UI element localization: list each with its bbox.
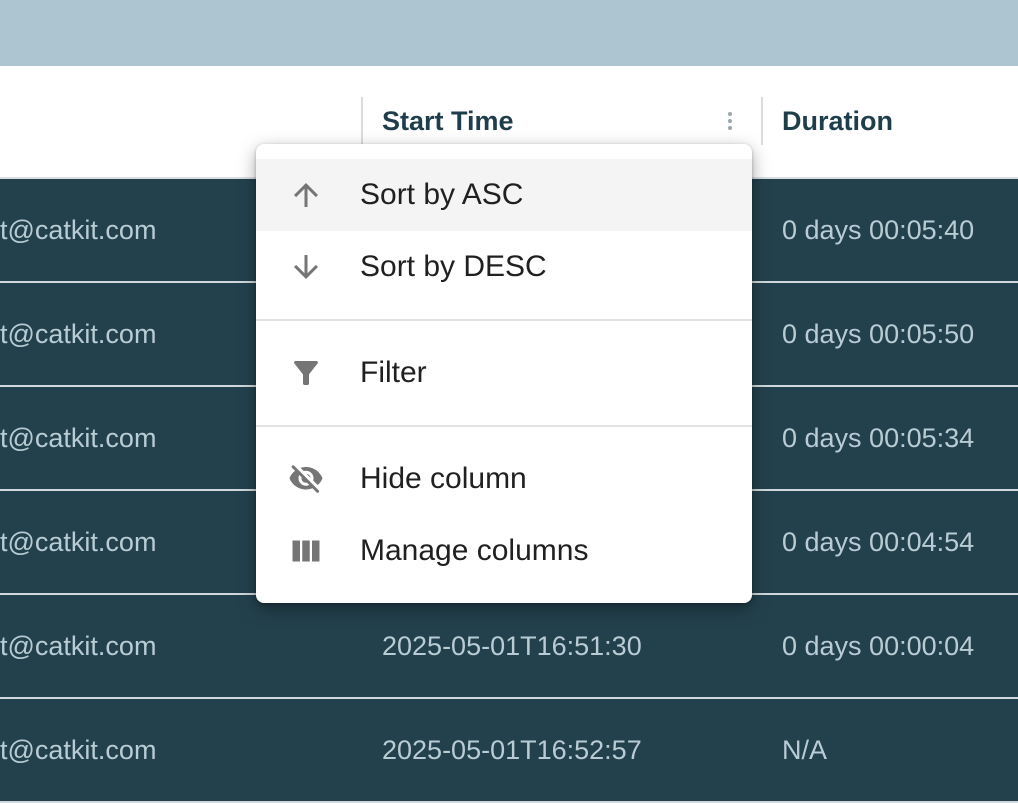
cell-email: t@catkit.com — [0, 215, 157, 245]
cell-duration: 0 days 00:00:04 — [782, 631, 975, 661]
cell-duration: 0 days 00:04:54 — [782, 527, 975, 557]
column-separator[interactable] — [761, 97, 763, 145]
filter-icon — [288, 355, 324, 391]
column-menu: Sort by ASC Sort by DESC Filter Hide col… — [256, 144, 752, 603]
cell-duration: 0 days 00:05:50 — [782, 319, 975, 349]
cell-duration: 0 days 00:05:40 — [782, 215, 975, 245]
menu-item-label: Sort by ASC — [360, 178, 524, 211]
menu-item-sort-asc[interactable]: Sort by ASC — [256, 159, 752, 231]
menu-item-hide-column[interactable]: Hide column — [256, 443, 752, 515]
menu-item-filter[interactable]: Filter — [256, 337, 752, 409]
cell-email: t@catkit.com — [0, 319, 157, 349]
cell-email: t@catkit.com — [0, 631, 157, 661]
cell-email: t@catkit.com — [0, 423, 157, 453]
cell-email: t@catkit.com — [0, 735, 157, 765]
cell-start-time: 2025-05-01T16:51:30 — [382, 631, 642, 661]
menu-item-label: Filter — [360, 356, 427, 389]
menu-divider — [256, 425, 752, 427]
eye-off-icon — [288, 461, 324, 497]
columns-icon — [288, 533, 324, 569]
menu-item-sort-desc[interactable]: Sort by DESC — [256, 231, 752, 303]
cell-duration: 0 days 00:05:34 — [782, 423, 975, 453]
cell-email: t@catkit.com — [0, 527, 157, 557]
cell-duration: N/A — [782, 735, 828, 765]
menu-item-label: Sort by DESC — [360, 250, 547, 283]
arrow-up-icon — [288, 177, 324, 213]
menu-item-manage-columns[interactable]: Manage columns — [256, 515, 752, 587]
cell-start-time: 2025-05-01T16:52:57 — [382, 735, 642, 765]
column-menu-button[interactable] — [722, 109, 738, 133]
arrow-down-icon — [288, 249, 324, 285]
menu-item-label: Manage columns — [360, 534, 589, 567]
top-bar — [0, 0, 1018, 66]
table-row[interactable]: t@catkit.com 2025-05-01T16:51:30 0 days … — [0, 595, 1018, 699]
menu-divider — [256, 319, 752, 321]
column-header-duration[interactable]: Duration — [782, 104, 893, 138]
column-separator[interactable] — [361, 97, 363, 145]
table-row[interactable]: t@catkit.com 2025-05-01T16:52:57 N/A — [0, 699, 1018, 803]
menu-item-label: Hide column — [360, 462, 527, 495]
column-header-start-time[interactable]: Start Time — [382, 104, 514, 138]
